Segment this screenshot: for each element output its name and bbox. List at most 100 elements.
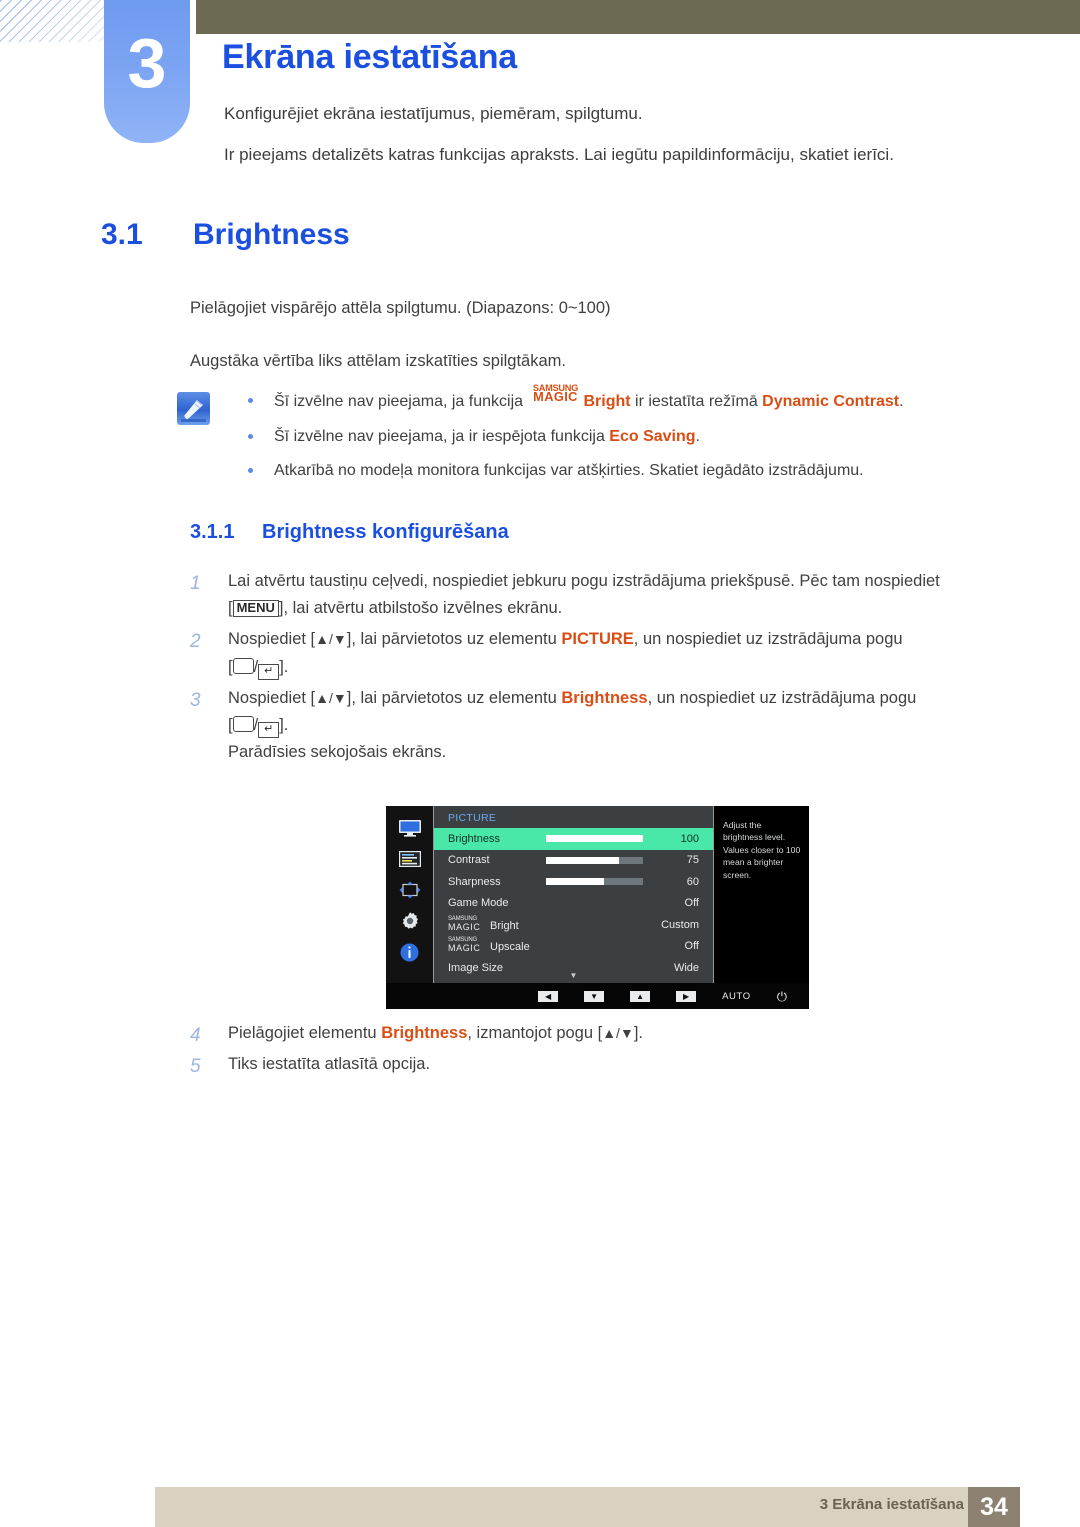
note-text-prefix: Atkarībā no modeļa monitora funkcijas va…	[274, 462, 864, 480]
note-magic-suffix: Bright	[583, 393, 631, 410]
step-item-1: 1 Lai atvērtu taustiņu ceļvedi, nospiedi…	[190, 568, 1000, 622]
step-number: 4	[190, 1025, 201, 1046]
osd-row-magicupscale[interactable]: SAMSUNG MAGIC Upscale Off	[434, 936, 713, 958]
steps-list-top: 1 Lai atvērtu taustiņu ceļvedi, nospiedi…	[190, 568, 1000, 771]
osd-slider-bar[interactable]	[546, 856, 643, 864]
monitor-icon[interactable]	[397, 818, 423, 838]
step-item-2: 2 Nospiediet [▲/▼], lai pārvietotos uz e…	[190, 626, 1000, 680]
step-highlight: Brightness	[561, 688, 648, 707]
step-number: 1	[190, 573, 201, 594]
step-subline: [MENU], lai atvērtu atbilstošo izvēlnes …	[228, 595, 1000, 622]
bullet-dot	[248, 433, 253, 439]
bracket-close: ].	[279, 716, 289, 735]
osd-row-label: SAMSUNG MAGIC Bright	[448, 916, 653, 932]
samsung-magic-logo: SAMSUNG MAGIC	[448, 937, 490, 953]
note-item: Šī izvēlne nav pieejama, ja funkcija SAM…	[236, 383, 996, 413]
osd-menu-panel: PICTURE Brightness 100 Contrast 75 Sharp…	[433, 806, 714, 983]
magic-bottom-text: MAGIC	[533, 388, 578, 404]
step-text-pre: Nospiediet [	[228, 630, 316, 649]
osd-main-area: PICTURE Brightness 100 Contrast 75 Sharp…	[386, 806, 809, 983]
note-text-suffix: .	[695, 427, 700, 445]
step-subline: [/ ↵].	[228, 712, 1000, 739]
osd-lines-icon[interactable]	[397, 849, 423, 869]
note-pen-icon	[177, 392, 210, 425]
osd-row-value: Off	[684, 897, 699, 910]
osd-row-label: SAMSUNG MAGIC Upscale	[448, 937, 653, 954]
osd-help-text: Adjust the brightness level. Values clos…	[714, 806, 809, 983]
section-heading: 3.1 Brightness	[101, 218, 350, 252]
step-text: Lai atvērtu taustiņu ceļvedi, nospiediet…	[228, 572, 940, 590]
step-subline: [/ ↵].	[228, 654, 1000, 681]
magic-suffix: Upscale	[490, 941, 530, 954]
subsection-heading: 3.1.1 Brightness konfigurēšana	[190, 521, 509, 544]
osd-row-label: Sharpness	[448, 875, 501, 888]
osd-slider-bar[interactable]	[546, 835, 643, 843]
updown-arrows-glyph: ▲/▼	[315, 631, 347, 648]
header-olive-bar	[196, 0, 1080, 34]
bracket-close: ].	[279, 657, 289, 676]
step-text-mid: , izmantojot pogu [	[467, 1024, 603, 1042]
osd-row-magicbright[interactable]: SAMSUNG MAGIC Bright Custom	[434, 914, 713, 936]
step-highlight: Brightness	[381, 1024, 468, 1042]
magic-suffix: Bright	[490, 919, 519, 932]
step-number: 2	[190, 631, 201, 653]
osd-slider-bar[interactable]	[546, 878, 643, 886]
step-item-5: 5 Tiks iestatīta atlasītā opcija.	[190, 1051, 1000, 1078]
note-item: Šī izvēlne nav pieejama, ja ir iespējota…	[236, 426, 996, 448]
menu-key-glyph: MENU	[232, 600, 279, 617]
step-text-mid: ], lai pārvietotos uz elementu	[346, 688, 562, 707]
magic-bottom-text: MAGIC	[448, 921, 481, 932]
left-arrow-button[interactable]: ◀	[538, 990, 559, 1002]
chapter-intro-line-1: Konfigurējiet ekrāna iestatījumus, piemē…	[224, 104, 643, 123]
osd-row-value: Off	[684, 940, 699, 953]
footer-chapter-label: 3 Ekrāna iestatīšana	[819, 1496, 964, 1513]
osd-row-label: Contrast	[448, 854, 490, 867]
note-item: Atkarībā no modeļa monitora funkcijas va…	[236, 460, 996, 482]
osd-row-value: 60	[686, 875, 699, 888]
note-highlight: Dynamic Contrast	[762, 393, 900, 410]
right-arrow-button[interactable]: ▶	[676, 990, 697, 1002]
osd-screenshot: PICTURE Brightness 100 Contrast 75 Sharp…	[386, 806, 809, 1009]
scroll-down-caret-icon[interactable]: ▼	[434, 972, 713, 980]
resize-arrows-icon[interactable]	[397, 880, 423, 900]
osd-row-label: Brightness	[448, 832, 500, 845]
power-icon[interactable]: ⏻	[777, 990, 787, 1003]
note-highlight: Eco Saving	[609, 427, 696, 445]
section-title: Brightness	[193, 218, 350, 251]
bracket-open: [	[228, 657, 233, 676]
bracket-open: [	[228, 716, 233, 735]
gear-icon[interactable]	[397, 911, 423, 931]
section-paragraph-2: Augstāka vērtība liks attēlam izskatītie…	[190, 352, 566, 370]
osd-row-game-mode[interactable]: Game Mode Off	[434, 893, 713, 915]
note-text-middle: ir iestatīta režīmā	[630, 393, 763, 410]
section-paragraph-1: Pielāgojiet vispārējo attēla spilgtumu. …	[190, 299, 611, 317]
osd-row-sharpness[interactable]: Sharpness 60	[434, 871, 713, 893]
step-number: 3	[190, 689, 201, 711]
page-number-badge: 34	[968, 1487, 1020, 1527]
enter-key-icon: ↵	[258, 663, 280, 680]
updown-arrows-glyph: ▲/▼	[602, 1025, 634, 1041]
step-number: 5	[190, 1056, 201, 1078]
samsung-magic-logo: SAMSUNG MAGIC	[527, 383, 583, 406]
auto-button[interactable]: AUTO	[722, 991, 751, 1002]
bullet-dot	[248, 398, 253, 403]
chapter-intro-line-2: Ir pieejams detalizēts katras funkcijas …	[224, 145, 894, 164]
note-list: Šī izvēlne nav pieejama, ja funkcija SAM…	[236, 383, 996, 495]
source-key-icon	[232, 716, 254, 733]
osd-row-label: Game Mode	[448, 897, 509, 910]
osd-button-bar: ◀ ▼ ▲ ▶ AUTO ⏻	[386, 983, 809, 1009]
step-text-post: ].	[633, 1024, 643, 1042]
note-text-prefix: Šī izvēlne nav pieejama, ja ir iespējota…	[274, 427, 610, 445]
osd-row-contrast[interactable]: Contrast 75	[434, 850, 713, 872]
chapter-title: Ekrāna iestatīšana	[222, 38, 518, 76]
up-arrow-button[interactable]: ▲	[630, 990, 651, 1002]
down-arrow-button[interactable]: ▼	[584, 990, 605, 1002]
step-item-3: 3 Nospiediet [▲/▼], lai pārvietotos uz e…	[190, 685, 1000, 767]
info-icon[interactable]	[397, 942, 423, 962]
note-text-prefix: Šī izvēlne nav pieejama, ja funkcija	[274, 393, 528, 410]
step-text-mid: ], lai pārvietotos uz elementu	[346, 630, 562, 649]
osd-row-brightness[interactable]: Brightness 100	[434, 828, 713, 850]
step-text: Tiks iestatīta atlasītā opcija.	[228, 1055, 431, 1074]
note-text-suffix: .	[899, 393, 904, 410]
subsection-title: Brightness konfigurēšana	[262, 521, 509, 543]
